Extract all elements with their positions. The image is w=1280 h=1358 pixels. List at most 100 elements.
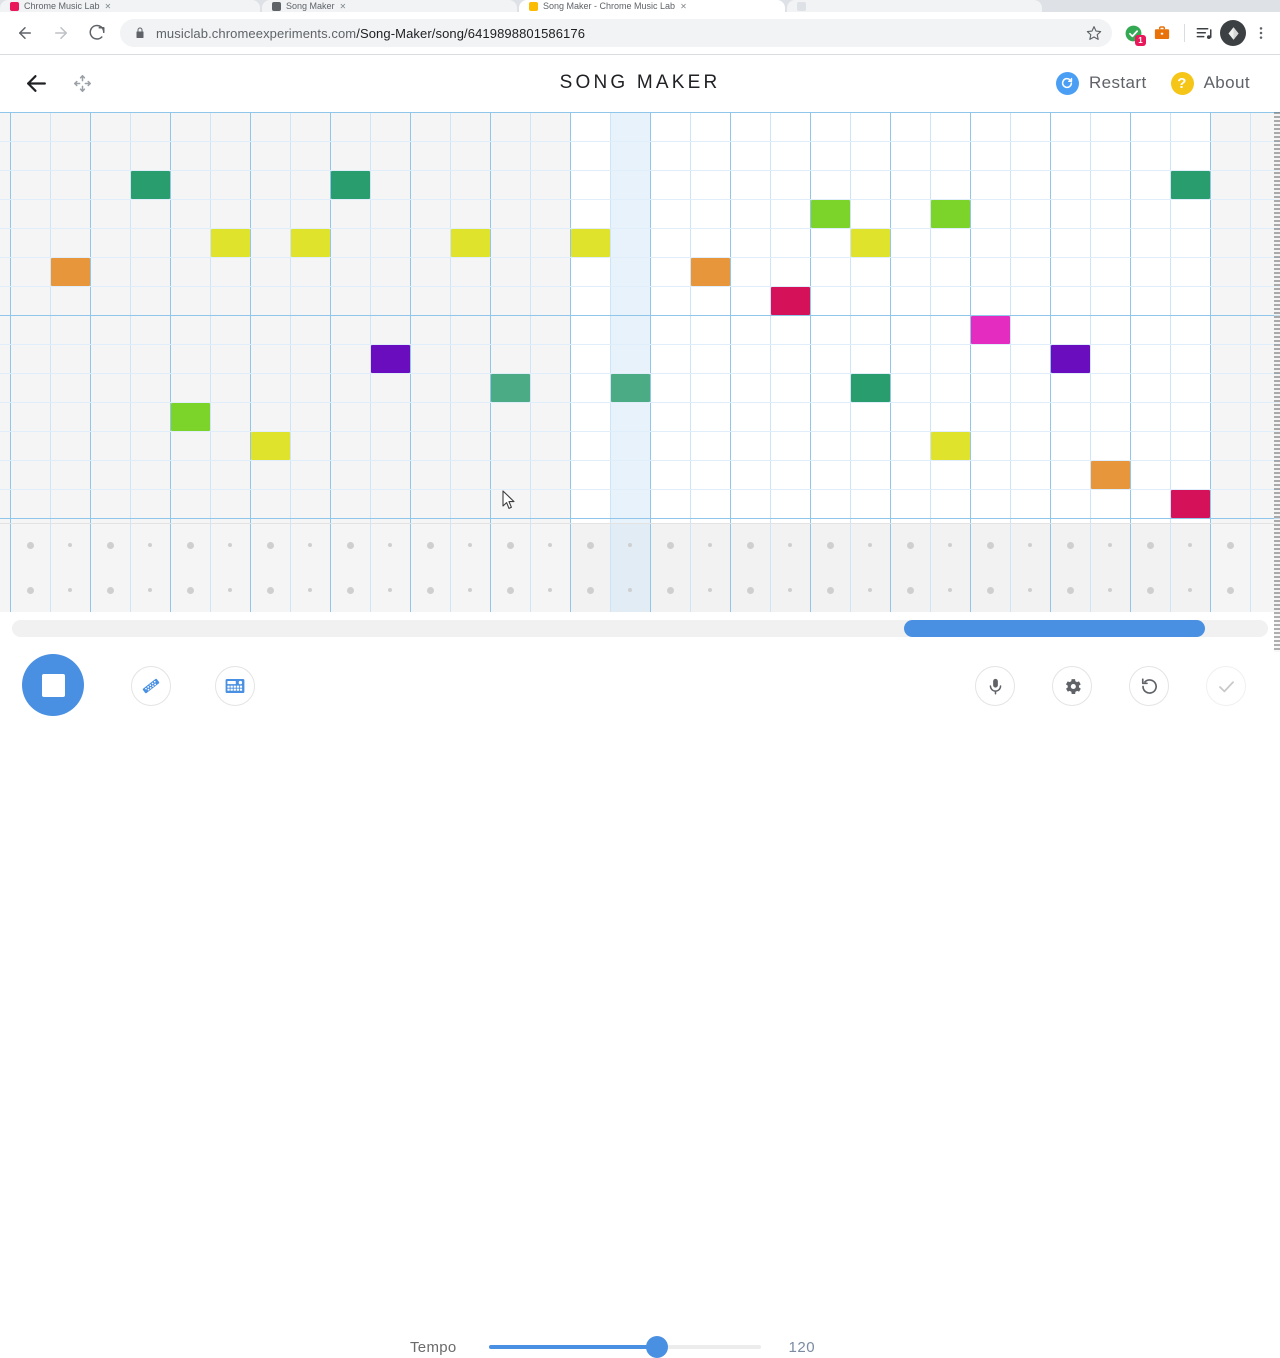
grid-note[interactable] <box>371 345 410 373</box>
grid-note[interactable] <box>931 432 970 460</box>
drum-cell-dot[interactable] <box>1188 588 1192 592</box>
grid-note[interactable] <box>811 200 850 228</box>
browser-forward-button[interactable] <box>46 18 76 48</box>
grid-note[interactable] <box>971 316 1010 344</box>
drum-cell-dot[interactable] <box>506 586 514 594</box>
drum-cell-dot[interactable] <box>868 543 872 547</box>
drum-cell-dot[interactable] <box>986 586 994 594</box>
drum-cell-dot[interactable] <box>426 586 434 594</box>
grid-note[interactable] <box>1091 461 1130 489</box>
drum-cell-dot[interactable] <box>308 588 312 592</box>
grid-note[interactable] <box>131 171 170 199</box>
grid-note[interactable] <box>851 374 890 402</box>
grid-note[interactable] <box>171 403 210 431</box>
drum-cell-dot[interactable] <box>708 543 712 547</box>
drum-cell-dot[interactable] <box>266 586 274 594</box>
bookmark-star-icon[interactable] <box>1082 21 1106 45</box>
drum-cell-dot[interactable] <box>1226 586 1234 594</box>
grid-note[interactable] <box>1171 171 1210 199</box>
confirm-button[interactable] <box>1206 666 1246 706</box>
tempo-slider-thumb[interactable] <box>646 1336 669 1358</box>
drum-cell-dot[interactable] <box>906 541 914 549</box>
browser-tab[interactable] <box>787 0 1042 12</box>
browser-tab[interactable]: Song Maker ✕ <box>262 0 517 12</box>
drum-cell-dot[interactable] <box>826 586 834 594</box>
drum-cell-dot[interactable] <box>948 543 952 547</box>
drum-cell-dot[interactable] <box>548 588 552 592</box>
drum-cell-dot[interactable] <box>1146 541 1154 549</box>
browser-tab[interactable]: Chrome Music Lab ✕ <box>0 0 260 12</box>
drum-cell-dot[interactable] <box>746 541 754 549</box>
drum-cell-dot[interactable] <box>1226 541 1234 549</box>
drum-cell-dot[interactable] <box>1108 543 1112 547</box>
drum-cell-dot[interactable] <box>148 543 152 547</box>
grid-note[interactable] <box>851 229 890 257</box>
drum-cell-dot[interactable] <box>1028 588 1032 592</box>
melody-instrument-button[interactable] <box>131 666 171 706</box>
drum-cell-dot[interactable] <box>906 586 914 594</box>
drum-cell-dot[interactable] <box>388 543 392 547</box>
four-way-move-icon[interactable] <box>62 63 102 103</box>
drum-cell-dot[interactable] <box>426 541 434 549</box>
stop-button[interactable] <box>22 654 84 716</box>
horizontal-scrollbar-track[interactable] <box>12 620 1268 637</box>
drum-cell-dot[interactable] <box>26 541 34 549</box>
tempo-slider[interactable] <box>488 1336 761 1358</box>
grid-note[interactable] <box>571 229 610 257</box>
briefcase-extension-icon[interactable] <box>1149 20 1175 46</box>
browser-reload-button[interactable] <box>82 18 112 48</box>
drum-cell-dot[interactable] <box>746 586 754 594</box>
grid-note[interactable] <box>51 258 90 286</box>
grid-note[interactable] <box>251 432 290 460</box>
about-button[interactable]: ? About <box>1170 71 1250 95</box>
drum-cell-dot[interactable] <box>986 541 994 549</box>
drum-cell-dot[interactable] <box>228 543 232 547</box>
browser-tab[interactable]: Song Maker - Chrome Music Lab ✕ <box>519 0 785 12</box>
drum-cell-dot[interactable] <box>468 588 472 592</box>
grid-note[interactable] <box>291 229 330 257</box>
drum-cell-dot[interactable] <box>788 588 792 592</box>
drum-cell-dot[interactable] <box>868 588 872 592</box>
grid-note[interactable] <box>451 229 490 257</box>
drum-cell-dot[interactable] <box>708 588 712 592</box>
grid-note[interactable] <box>771 287 810 315</box>
app-back-button[interactable] <box>16 63 56 103</box>
browser-back-button[interactable] <box>10 18 40 48</box>
drum-cell-dot[interactable] <box>228 588 232 592</box>
drum-cell-dot[interactable] <box>586 586 594 594</box>
drum-cell-dot[interactable] <box>586 541 594 549</box>
drum-cell-dot[interactable] <box>1028 543 1032 547</box>
drum-cell-dot[interactable] <box>628 543 632 547</box>
grid-note[interactable] <box>931 200 970 228</box>
shield-check-extension-icon[interactable]: 1 <box>1120 20 1146 46</box>
undo-button[interactable] <box>1129 666 1169 706</box>
media-playlist-icon[interactable] <box>1191 20 1217 46</box>
drum-cell-dot[interactable] <box>628 588 632 592</box>
horizontal-scrollbar-thumb[interactable] <box>903 620 1206 637</box>
drum-cell-dot[interactable] <box>106 586 114 594</box>
drum-cell-dot[interactable] <box>506 541 514 549</box>
drum-cell-dot[interactable] <box>468 543 472 547</box>
drum-cell-dot[interactable] <box>1146 586 1154 594</box>
grid-note[interactable] <box>691 258 730 286</box>
drum-cell-dot[interactable] <box>26 586 34 594</box>
tab-close-icon[interactable]: ✕ <box>340 2 347 11</box>
restart-button[interactable]: Restart <box>1055 71 1147 95</box>
drum-cell-dot[interactable] <box>666 586 674 594</box>
drum-cell-dot[interactable] <box>548 543 552 547</box>
drum-cell-dot[interactable] <box>1066 541 1074 549</box>
profile-avatar-icon[interactable] <box>1220 20 1246 46</box>
grid-note[interactable] <box>611 374 650 402</box>
song-grid[interactable] <box>0 112 1280 612</box>
drum-cell-dot[interactable] <box>346 541 354 549</box>
drum-cell-dot[interactable] <box>186 586 194 594</box>
drum-cell-dot[interactable] <box>1108 588 1112 592</box>
tab-close-icon[interactable]: ✕ <box>105 2 112 11</box>
drum-cell-dot[interactable] <box>106 541 114 549</box>
grid-note[interactable] <box>491 374 530 402</box>
grid-note[interactable] <box>211 229 250 257</box>
drum-cell-dot[interactable] <box>68 588 72 592</box>
drum-cell-dot[interactable] <box>666 541 674 549</box>
three-dot-menu-icon[interactable] <box>1248 20 1274 46</box>
grid-note[interactable] <box>1171 490 1210 518</box>
